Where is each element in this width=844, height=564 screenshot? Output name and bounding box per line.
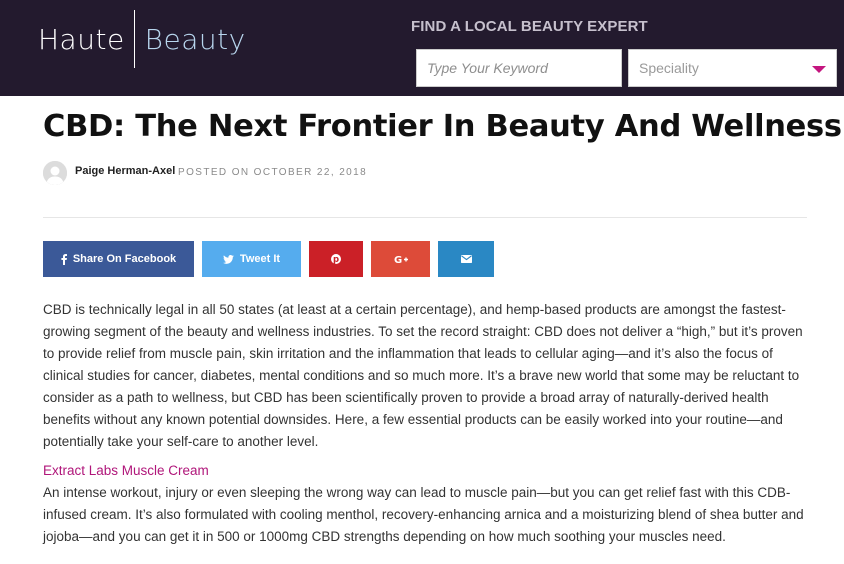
logo-divider xyxy=(133,10,135,68)
envelope-icon xyxy=(460,255,472,263)
speciality-select-value: Speciality xyxy=(639,60,699,76)
logo-text-beauty: Beauty xyxy=(144,22,246,56)
product-paragraph: An intense workout, injury or even sleep… xyxy=(43,485,804,544)
article-body: CBD is technically legal in all 50 state… xyxy=(43,299,813,548)
user-silhouette-icon xyxy=(43,161,67,185)
svg-text:G: G xyxy=(394,255,402,264)
share-facebook-label: Share On Facebook xyxy=(72,253,177,265)
site-logo[interactable]: Haute Beauty xyxy=(38,10,246,68)
twitter-icon xyxy=(223,254,234,264)
divider xyxy=(43,217,807,218)
chevron-down-icon xyxy=(812,66,826,73)
intro-paragraph: CBD is technically legal in all 50 state… xyxy=(43,302,803,449)
author-avatar[interactable] xyxy=(43,161,67,185)
share-google-plus-button[interactable]: G xyxy=(371,241,430,277)
article-title: CBD: The Next Frontier In Beauty And Wel… xyxy=(43,109,842,144)
share-facebook-button[interactable]: Share On Facebook xyxy=(43,241,194,277)
author-name[interactable]: Paige Herman-Axel xyxy=(75,165,175,177)
share-email-button[interactable] xyxy=(438,241,494,277)
speciality-select[interactable]: Speciality xyxy=(628,49,837,87)
tweet-button[interactable]: Tweet It xyxy=(202,241,301,277)
svg-text:p: p xyxy=(333,255,339,264)
keyword-search-input[interactable] xyxy=(416,49,622,87)
site-header: Haute Beauty FIND A LOCAL BEAUTY EXPERT … xyxy=(0,0,844,96)
tweet-label: Tweet It xyxy=(239,253,281,265)
facebook-icon xyxy=(61,253,67,265)
post-date: POSTED ON OCTOBER 22, 2018 xyxy=(178,167,368,178)
logo-text-haute: Haute xyxy=(38,22,125,56)
find-expert-label: FIND A LOCAL BEAUTY EXPERT xyxy=(411,18,648,35)
google-plus-icon: G xyxy=(394,255,408,264)
pinterest-icon: p xyxy=(331,254,341,264)
product-link-extract-labs[interactable]: Extract Labs Muscle Cream xyxy=(43,460,813,482)
share-pinterest-button[interactable]: p xyxy=(309,241,363,277)
